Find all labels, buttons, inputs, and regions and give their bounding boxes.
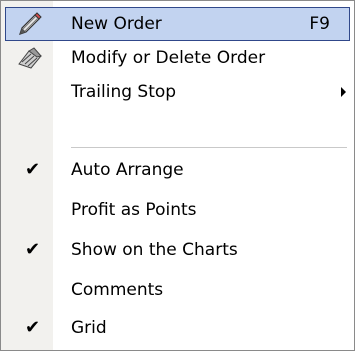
menu-item-label: Comments	[71, 280, 164, 300]
shortcut-label: F9	[309, 14, 330, 34]
menu-item-label: Profit as Points	[71, 200, 197, 220]
checkmark-icon: ✔	[25, 317, 41, 338]
menu-item-grid[interactable]: ✔ Grid	[5, 311, 350, 345]
modify-order-icon	[17, 46, 43, 70]
menu-item-label: Show on the Charts	[71, 240, 238, 260]
new-order-pencil-icon	[17, 12, 43, 36]
menu-item-label: Auto Arrange	[71, 160, 184, 180]
menu-item-label: Trailing Stop	[71, 82, 177, 102]
checkmark-icon: ✔	[25, 239, 41, 260]
menu-item-profit-as-points[interactable]: Profit as Points	[5, 193, 350, 227]
context-menu: New Order F9 Modify or Delete Order Trai…	[0, 0, 355, 351]
menu-item-modify-delete-order[interactable]: Modify or Delete Order	[5, 41, 350, 75]
menu-item-auto-arrange[interactable]: ✔ Auto Arrange	[5, 153, 350, 187]
menu-item-label: Modify or Delete Order	[71, 48, 266, 68]
menu-item-comments[interactable]: Comments	[5, 273, 350, 307]
checkmark-icon: ✔	[25, 159, 41, 180]
menu-item-trailing-stop[interactable]: Trailing Stop	[5, 75, 350, 109]
menu-item-label: Grid	[71, 318, 107, 338]
menu-separator	[71, 147, 347, 148]
menu-item-label: New Order	[71, 14, 162, 34]
submenu-arrow-icon	[341, 87, 346, 97]
menu-item-show-on-the-charts[interactable]: ✔ Show on the Charts	[5, 233, 350, 267]
menu-item-new-order[interactable]: New Order F9	[5, 7, 350, 41]
